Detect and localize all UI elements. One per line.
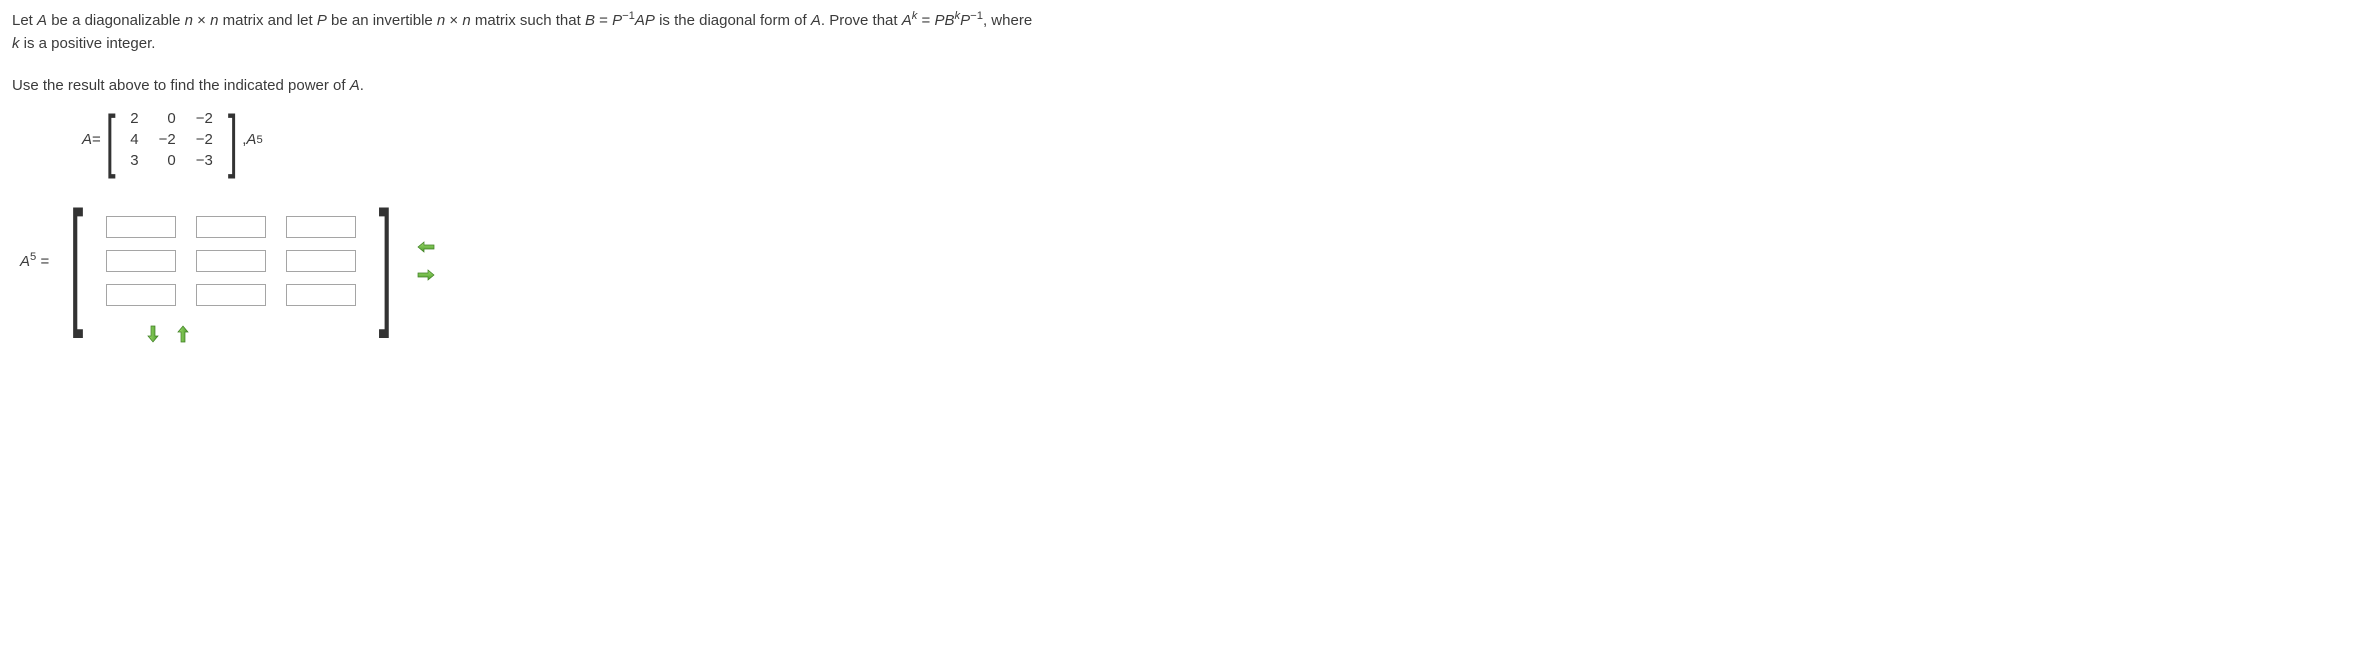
var-PB: PB xyxy=(934,12,954,29)
arrow-down-icon xyxy=(146,324,160,344)
answer-cell-input[interactable] xyxy=(286,250,356,272)
exp-neg1: −1 xyxy=(622,10,635,22)
text: = xyxy=(917,12,934,29)
answer-cell-input[interactable] xyxy=(196,216,266,238)
prompt-find-power: Use the result above to find the indicat… xyxy=(12,77,2356,94)
answer-matrix: [ ] xyxy=(57,201,405,320)
table-row xyxy=(96,210,366,244)
answer-cell-input[interactable] xyxy=(286,216,356,238)
arrow-right-icon xyxy=(416,268,436,282)
exp-neg1: −1 xyxy=(970,10,983,22)
text-eq: = xyxy=(36,253,49,270)
answer-matrix-table xyxy=(96,210,366,312)
var-n: n xyxy=(185,12,193,29)
text: is a positive integer. xyxy=(20,35,156,52)
add-row-button[interactable] xyxy=(142,324,164,344)
matrix-label-eq: = xyxy=(92,131,101,148)
remove-row-button[interactable] xyxy=(172,324,194,344)
var-P: P xyxy=(317,12,327,29)
var-n: n xyxy=(462,12,470,29)
table-row xyxy=(96,244,366,278)
text: × xyxy=(193,12,210,29)
matrix-cell: 2 xyxy=(120,108,148,129)
var-A: A xyxy=(811,12,821,29)
remove-column-button[interactable] xyxy=(415,237,437,257)
table-row xyxy=(96,278,366,312)
text: . Prove that xyxy=(821,12,902,29)
answer-cell-input[interactable] xyxy=(106,284,176,306)
answer-row: A5 = [ ] xyxy=(20,201,2356,320)
add-column-button[interactable] xyxy=(415,265,437,285)
answer-cell-input[interactable] xyxy=(196,284,266,306)
var-A: A xyxy=(350,77,360,94)
answer-cell-input[interactable] xyxy=(106,250,176,272)
exp-5: 5 xyxy=(256,134,262,146)
text: , where xyxy=(983,12,1032,29)
table-row: 2 0 −2 xyxy=(120,108,223,129)
bracket-left: [ xyxy=(106,112,116,168)
arrow-left-icon xyxy=(416,240,436,254)
text: matrix such that xyxy=(471,12,585,29)
var-P: P xyxy=(960,12,970,29)
table-row: 4 −2 −2 xyxy=(120,129,223,150)
text: be a diagonalizable xyxy=(47,12,185,29)
var-A: A xyxy=(246,131,256,148)
matrix-cell: 4 xyxy=(120,129,148,150)
matrix-cell: −2 xyxy=(186,129,223,150)
matrix-cell: 3 xyxy=(120,150,148,171)
text: is the diagonal form of xyxy=(655,12,811,29)
var-AP: AP xyxy=(635,12,655,29)
var-P: P xyxy=(612,12,622,29)
text: = xyxy=(595,12,612,29)
answer-cell-input[interactable] xyxy=(106,216,176,238)
var-A: A xyxy=(37,12,47,29)
bracket-left: [ xyxy=(70,201,84,320)
var-k: k xyxy=(12,35,20,52)
matrix-A: [ 2 0 −2 4 −2 −2 3 0 −3 ] xyxy=(101,108,242,171)
text: Let xyxy=(12,12,37,29)
column-controls xyxy=(415,237,437,285)
bracket-right: ] xyxy=(228,112,238,168)
matrix-cell: 0 xyxy=(149,150,186,171)
arrow-up-icon xyxy=(176,324,190,344)
matrix-label-A: A xyxy=(82,131,92,148)
answer-label: A5 = xyxy=(20,251,49,270)
matrix-cell: −2 xyxy=(186,108,223,129)
problem-statement: Let A be a diagonalizable n × n matrix a… xyxy=(12,8,2356,55)
answer-cell-input[interactable] xyxy=(286,284,356,306)
var-n: n xyxy=(437,12,445,29)
matrix-definition: A = [ 2 0 −2 4 −2 −2 3 0 −3 ] , A5 xyxy=(82,108,2356,171)
matrix-A-table: 2 0 −2 4 −2 −2 3 0 −3 xyxy=(120,108,223,171)
answer-cell-input[interactable] xyxy=(196,250,266,272)
text: . xyxy=(360,77,364,94)
matrix-cell: −2 xyxy=(149,129,186,150)
text: be an invertible xyxy=(327,12,437,29)
var-B: B xyxy=(585,12,595,29)
table-row: 3 0 −3 xyxy=(120,150,223,171)
matrix-cell: −3 xyxy=(186,150,223,171)
var-A: A xyxy=(902,12,912,29)
matrix-cell: 0 xyxy=(149,108,186,129)
bracket-right: ] xyxy=(379,201,393,320)
text: × xyxy=(445,12,462,29)
var-A: A xyxy=(20,253,30,270)
text: matrix and let xyxy=(218,12,316,29)
text: Use the result above to find the indicat… xyxy=(12,77,350,94)
row-controls xyxy=(142,324,2356,344)
